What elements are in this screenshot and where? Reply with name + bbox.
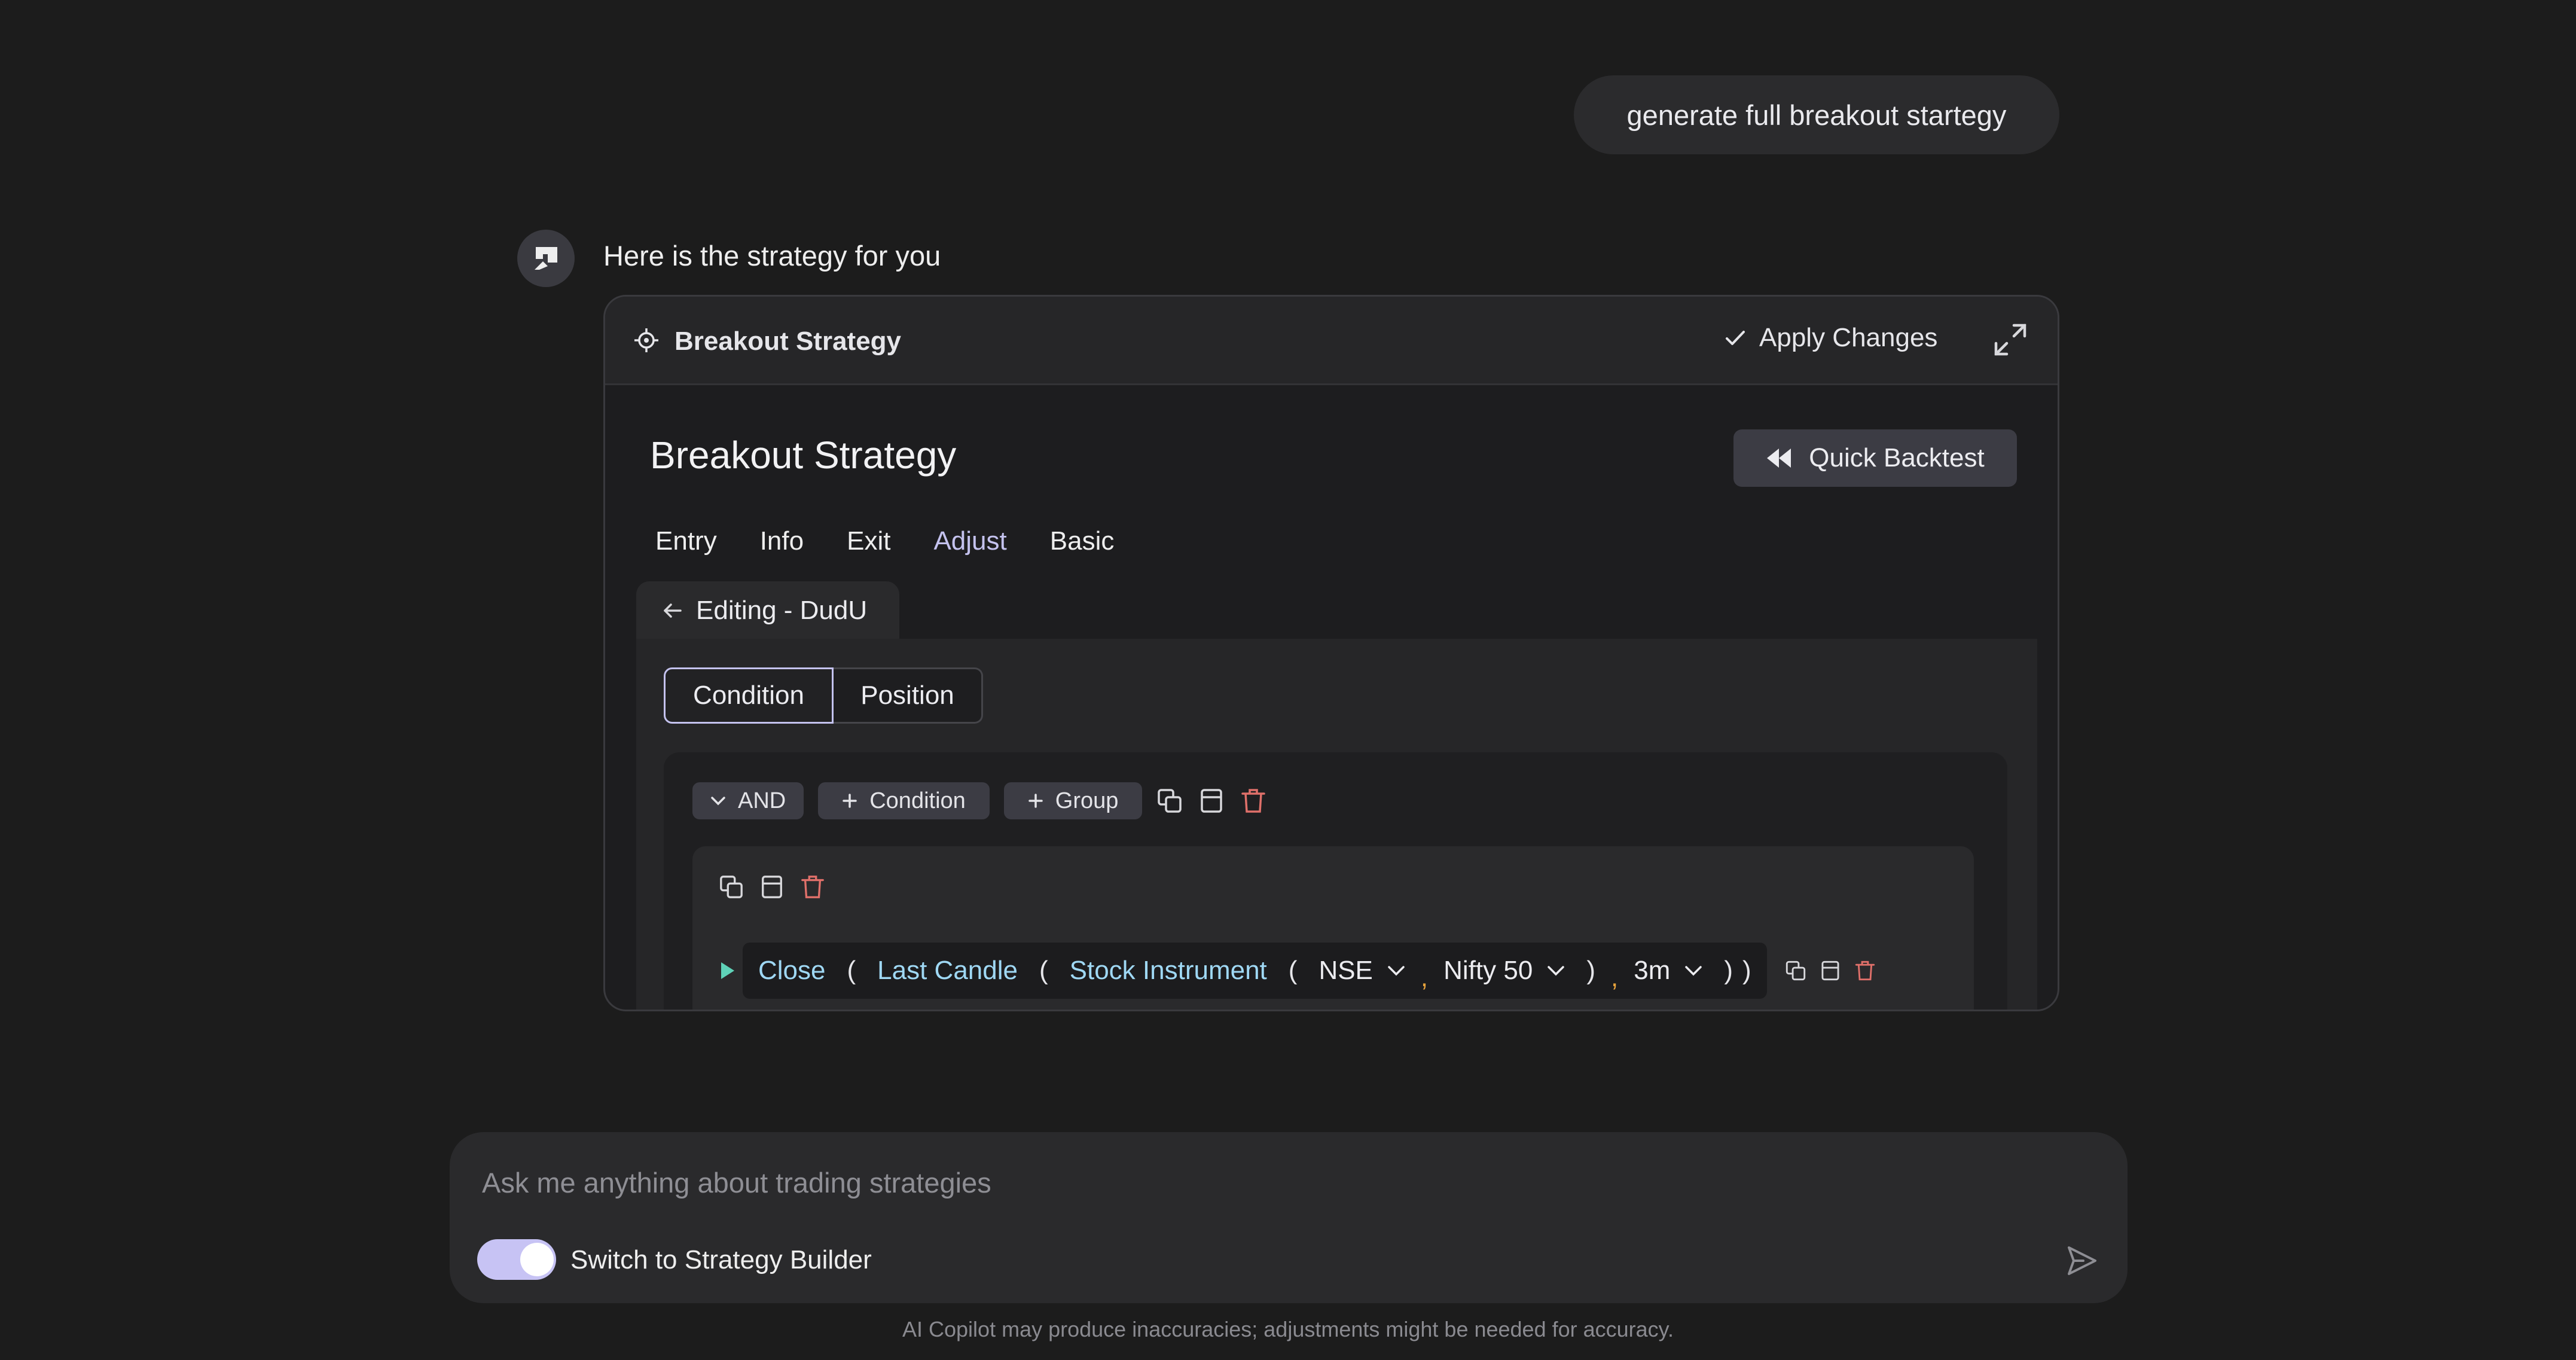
arrow-left-icon bbox=[664, 603, 682, 618]
save-icon bbox=[1201, 789, 1223, 813]
rewind-icon bbox=[1767, 449, 1791, 468]
group-toolbar: AND Condition Group bbox=[692, 782, 1282, 819]
save-condition-button[interactable] bbox=[759, 874, 785, 899]
chat-composer[interactable] bbox=[450, 1132, 2128, 1303]
editing-back-tab[interactable]: Editing - DudU bbox=[636, 581, 899, 640]
timeframe-dropdown[interactable]: 3m bbox=[1634, 956, 1702, 986]
expression-editor[interactable]: Close ( Last Candle ( Stock Instrument (… bbox=[743, 943, 1767, 999]
delete-group-button[interactable] bbox=[1240, 788, 1266, 814]
collapse-toggle-icon[interactable] bbox=[721, 962, 734, 979]
delete-expression-button[interactable] bbox=[1854, 960, 1876, 981]
expr-paren: ) bbox=[1586, 956, 1595, 985]
apply-changes-label: Apply Changes bbox=[1759, 323, 1938, 352]
exchange-value: NSE bbox=[1318, 956, 1373, 985]
bot-logo-icon bbox=[535, 247, 557, 270]
expr-paren: ( bbox=[1288, 956, 1298, 985]
expression-row: Close ( Last Candle ( Stock Instrument (… bbox=[721, 943, 1891, 999]
bot-message-text: Here is the strategy for you bbox=[603, 240, 941, 272]
bot-avatar bbox=[517, 230, 575, 287]
save-icon bbox=[762, 876, 782, 898]
expr-paren: ( bbox=[1039, 956, 1048, 985]
send-icon bbox=[2068, 1246, 2096, 1275]
user-message-bubble: generate full breakout startegy bbox=[1574, 75, 2059, 154]
strategy-tabs: Entry Info Exit Adjust Basic bbox=[655, 526, 1157, 556]
add-group-button[interactable]: Group bbox=[1003, 782, 1143, 819]
condition-position-toggle: Condition Position bbox=[664, 667, 983, 724]
tab-adjust[interactable]: Adjust bbox=[933, 526, 1006, 556]
tab-info[interactable]: Info bbox=[760, 526, 804, 556]
strategy-builder-toggle[interactable] bbox=[477, 1239, 556, 1280]
send-button[interactable] bbox=[2065, 1244, 2099, 1277]
copy-condition-button[interactable] bbox=[719, 874, 744, 899]
expr-paren: ) bbox=[1742, 956, 1751, 985]
expr-paren: ) bbox=[1724, 956, 1733, 985]
chevron-down-icon bbox=[1388, 966, 1405, 976]
quick-backtest-button[interactable]: Quick Backtest bbox=[1733, 429, 2017, 487]
card-header-title: Breakout Strategy bbox=[674, 327, 902, 356]
segment-condition[interactable]: Condition bbox=[664, 667, 834, 724]
expand-button[interactable] bbox=[1991, 321, 2029, 359]
add-condition-button[interactable]: Condition bbox=[818, 782, 990, 819]
expr-close[interactable]: Close bbox=[758, 956, 826, 986]
save-icon bbox=[1821, 960, 1839, 981]
strategy-card: Breakout Strategy Apply Changes Breakout… bbox=[603, 295, 2059, 1011]
tab-basic[interactable]: Basic bbox=[1050, 526, 1115, 556]
strategy-builder-toggle-label: Switch to Strategy Builder bbox=[570, 1245, 872, 1274]
expand-icon bbox=[1994, 324, 2026, 356]
tab-entry[interactable]: Entry bbox=[655, 526, 717, 556]
check-icon bbox=[1726, 331, 1745, 345]
timeframe-value: 3m bbox=[1634, 956, 1671, 985]
chevron-down-icon bbox=[1548, 966, 1565, 976]
exchange-dropdown[interactable]: NSE bbox=[1318, 956, 1405, 986]
expr-comma: , bbox=[1420, 963, 1429, 992]
save-expression-button[interactable] bbox=[1820, 960, 1841, 981]
expr-comma: , bbox=[1610, 963, 1619, 992]
plus-icon bbox=[843, 794, 857, 808]
chat-input-placeholder[interactable]: Ask me anything about trading strategies bbox=[482, 1166, 991, 1199]
and-operator-button[interactable]: AND bbox=[692, 782, 804, 819]
copy-expression-button[interactable] bbox=[1785, 960, 1806, 981]
chevron-down-icon bbox=[711, 797, 725, 806]
chevron-down-icon bbox=[1685, 966, 1702, 976]
crosshair-icon bbox=[634, 328, 659, 353]
user-message-text: generate full breakout startegy bbox=[1626, 99, 2007, 131]
disclaimer-text: AI Copilot may produce inaccuracies; adj… bbox=[902, 1317, 1674, 1341]
and-label: AND bbox=[738, 788, 786, 813]
tab-exit[interactable]: Exit bbox=[847, 526, 890, 556]
save-group-button[interactable] bbox=[1198, 788, 1225, 814]
expr-last-candle[interactable]: Last Candle bbox=[877, 956, 1018, 986]
copy-group-button[interactable] bbox=[1156, 788, 1183, 814]
condition-actions bbox=[719, 874, 841, 899]
add-group-label: Group bbox=[1055, 788, 1119, 813]
copy-icon bbox=[1158, 789, 1182, 813]
add-condition-label: Condition bbox=[869, 788, 966, 813]
trash-icon bbox=[801, 876, 824, 898]
expression-actions bbox=[1785, 960, 1891, 981]
copy-icon bbox=[1786, 960, 1805, 981]
instrument-dropdown[interactable]: Nifty 50 bbox=[1443, 956, 1565, 986]
delete-condition-button[interactable] bbox=[800, 874, 825, 899]
toggle-knob bbox=[520, 1243, 554, 1276]
card-header: Breakout Strategy Apply Changes bbox=[605, 297, 2058, 385]
copy-icon bbox=[720, 876, 743, 898]
editing-label: Editing - DudU bbox=[696, 596, 868, 625]
instrument-value: Nifty 50 bbox=[1443, 956, 1533, 985]
apply-changes-button[interactable]: Apply Changes bbox=[1723, 323, 1937, 353]
quick-backtest-label: Quick Backtest bbox=[1809, 443, 1985, 472]
expr-paren: ( bbox=[847, 956, 856, 985]
segment-position[interactable]: Position bbox=[834, 667, 983, 724]
trash-icon bbox=[1855, 960, 1875, 981]
trash-icon bbox=[1241, 789, 1266, 813]
plus-icon bbox=[1028, 794, 1043, 808]
strategy-title: Breakout Strategy bbox=[650, 434, 957, 477]
expr-stock-instrument[interactable]: Stock Instrument bbox=[1070, 956, 1267, 986]
